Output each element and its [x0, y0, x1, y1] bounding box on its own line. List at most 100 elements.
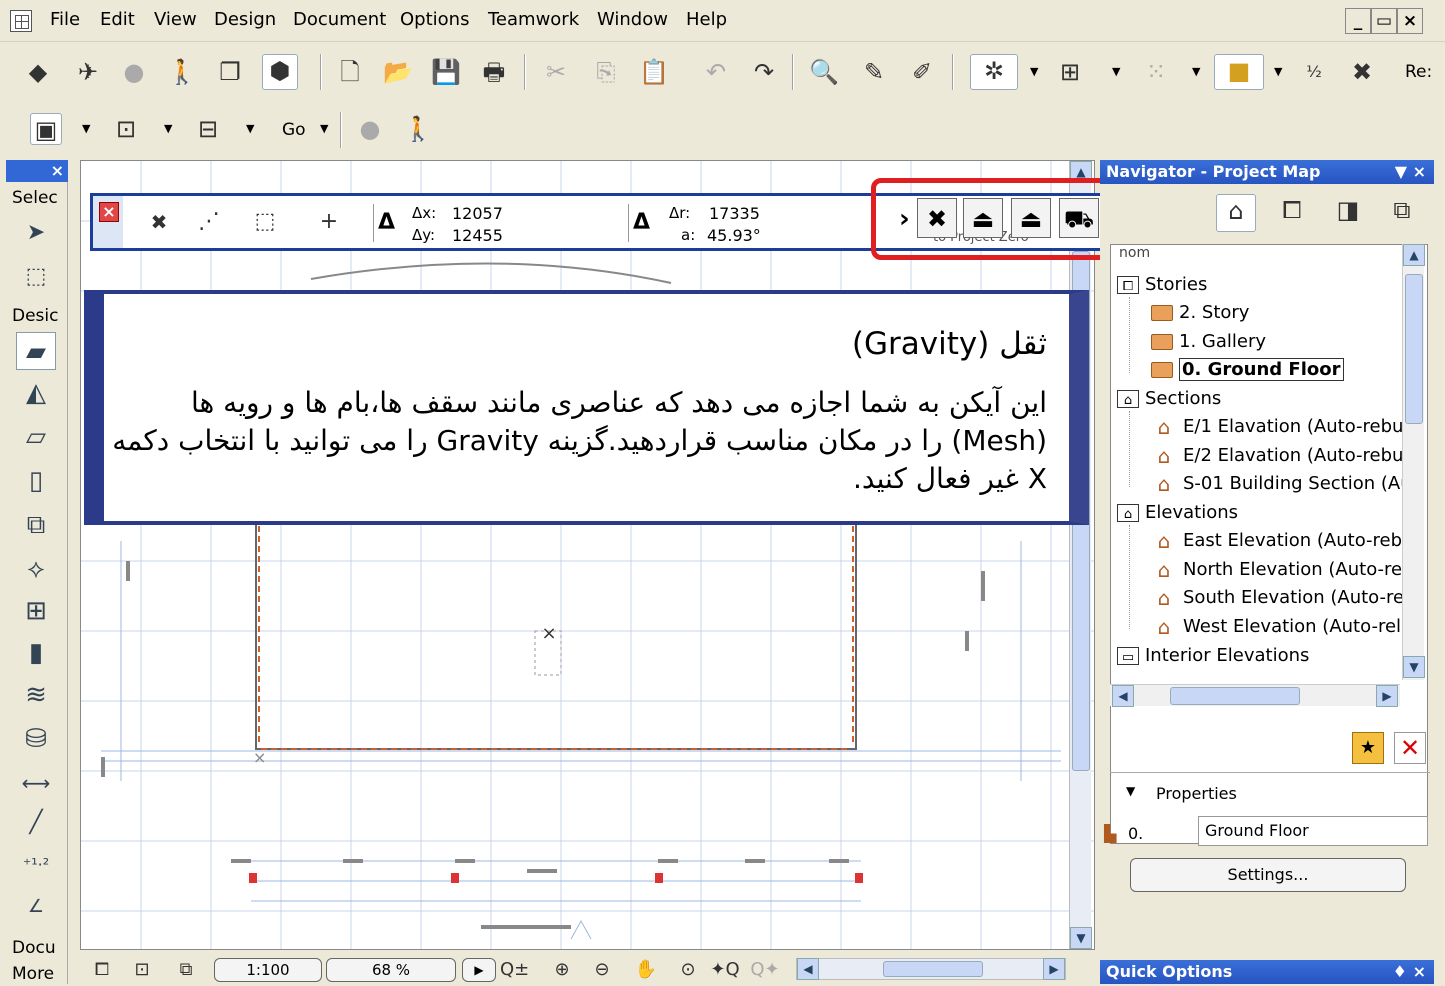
tree-item-east-elevation[interactable]: ⌂ East Elevation (Auto-reb: [1151, 527, 1402, 555]
preview-icon[interactable]: ⊡: [128, 954, 156, 986]
canvas-vertical-scrollbar[interactable]: ▲ ▼: [1069, 161, 1092, 949]
chevron-down-icon[interactable]: ▼: [1112, 56, 1120, 88]
menu-file[interactable]: File: [50, 9, 80, 30]
delete-icon[interactable]: ✕: [1394, 732, 1426, 764]
scroll-right-icon[interactable]: ▶: [1376, 685, 1398, 707]
tree-item-ground-floor[interactable]: 0. Ground Floor: [1151, 356, 1344, 384]
tree-item-stories[interactable]: ⧠ Stories: [1117, 271, 1207, 299]
beam-tool-icon[interactable]: ▱: [16, 418, 56, 456]
view-map-icon[interactable]: ⧠: [1276, 194, 1308, 226]
tree-item-e1-elevation[interactable]: ⌂ E/1 Elavation (Auto-rebu: [1151, 413, 1404, 441]
scroll-down-icon[interactable]: ▼: [1070, 927, 1092, 949]
snap-guides-icon[interactable]: ✲: [970, 54, 1018, 90]
grid-snap-icon[interactable]: ⊞: [1054, 56, 1086, 88]
scroll-thumb[interactable]: [1405, 274, 1423, 424]
chevron-down-icon[interactable]: ▼: [1030, 56, 1038, 88]
story-name-field[interactable]: Ground Floor: [1198, 816, 1428, 846]
print-icon[interactable]: 🖶: [478, 56, 510, 88]
tree-item-s01-section[interactable]: ⌂ S-01 Building Section (Au: [1151, 470, 1412, 498]
design-section-label[interactable]: Desic: [12, 306, 58, 326]
column-tool-icon[interactable]: ▯: [16, 462, 56, 500]
canvas-horizontal-scrollbar[interactable]: ◀ ▶: [796, 958, 1066, 980]
zoom-fit-icon[interactable]: Q±: [500, 954, 529, 986]
syringe-icon[interactable]: ✐: [906, 56, 938, 88]
tree-item-sections[interactable]: ⌂ Sections: [1117, 385, 1221, 413]
quick-options-bar[interactable]: Quick Options ♦ ×: [1100, 960, 1434, 984]
menu-document[interactable]: Document: [293, 9, 386, 30]
layer-set-icon[interactable]: ⧉: [172, 954, 200, 986]
floor-plan-icon[interactable]: ▣: [30, 113, 62, 145]
scroll-thumb[interactable]: [1170, 687, 1300, 705]
play-icon[interactable]: ▶: [462, 958, 496, 982]
roof-tool-icon[interactable]: ◭: [16, 374, 56, 412]
wall-tool-icon[interactable]: ▰: [16, 332, 56, 370]
tree-item-gallery[interactable]: 1. Gallery: [1151, 328, 1266, 356]
chevron-down-icon[interactable]: ▼: [320, 113, 328, 145]
new-file-icon[interactable]: 🗋: [334, 56, 366, 88]
tree-item-story-2[interactable]: 2. Story: [1151, 299, 1249, 327]
layout-view-icon[interactable]: ⊟: [192, 113, 224, 145]
chevron-down-icon[interactable]: ▼: [82, 113, 90, 145]
tree-item-west-elevation[interactable]: ⌂ West Elevation (Auto-rel: [1151, 613, 1401, 641]
floor-plan-canvas[interactable]: × × ▲ ▼: [80, 160, 1095, 950]
tree-item-interior-elevations[interactable]: ▭ Interior Elevations: [1117, 642, 1309, 670]
3d-cube-icon[interactable]: ◆: [22, 56, 54, 88]
walk-icon[interactable]: 🚶: [402, 113, 434, 145]
zoom-out-icon[interactable]: ⊖: [588, 954, 616, 986]
scroll-down-icon[interactable]: ▼: [1403, 656, 1425, 678]
close-window-button[interactable]: ×: [1397, 8, 1423, 34]
chevron-down-icon[interactable]: ▼: [1274, 56, 1282, 88]
dimension-tool-icon[interactable]: ⟷: [16, 764, 56, 802]
object-tool-icon[interactable]: ⛁: [16, 720, 56, 758]
window-tool-icon[interactable]: ⊞: [16, 592, 56, 630]
mesh-tool-icon[interactable]: ⟡: [16, 550, 56, 588]
scroll-right-icon[interactable]: ▶: [1043, 958, 1065, 980]
project-map-icon[interactable]: ⌂: [1216, 194, 1256, 232]
quick-options-controls[interactable]: ♦ ×: [1393, 960, 1426, 984]
next-zoom-icon[interactable]: Q✦: [748, 954, 782, 986]
door-tool-icon[interactable]: ▮: [16, 634, 56, 672]
line-tool-icon[interactable]: ╱: [16, 804, 56, 842]
add-point-icon[interactable]: +: [313, 206, 345, 238]
tree-vertical-scrollbar[interactable]: ▲ ▼: [1402, 244, 1425, 680]
document-section-label[interactable]: Docu: [12, 938, 56, 958]
render-icon[interactable]: ●: [354, 113, 386, 145]
save-icon[interactable]: 💾: [430, 56, 462, 88]
eyedropper-icon[interactable]: ✎: [858, 56, 890, 88]
minimize-button[interactable]: _: [1345, 8, 1371, 34]
scroll-thumb[interactable]: [883, 961, 983, 977]
zoom-in-icon[interactable]: ⊕: [548, 954, 576, 986]
perpendicular-icon[interactable]: ⋰: [193, 206, 225, 238]
more-section-label[interactable]: More: [12, 964, 54, 984]
story-number-field[interactable]: 0.: [1128, 824, 1143, 843]
close-icon[interactable]: ✖: [1346, 56, 1378, 88]
select-section-label[interactable]: Selec: [12, 188, 58, 208]
dx-value[interactable]: 12057: [452, 204, 503, 223]
3d-window-icon[interactable]: ⬢: [262, 54, 298, 90]
slab-tool-icon[interactable]: ⧉: [16, 506, 56, 544]
menu-options[interactable]: Options: [400, 9, 469, 30]
scroll-left-icon[interactable]: ◀: [797, 958, 819, 980]
arrow-tool-icon[interactable]: ➤: [16, 214, 56, 252]
dy-value[interactable]: 12455: [452, 226, 503, 245]
publisher-icon[interactable]: ⧉: [1386, 194, 1418, 226]
chevron-down-icon[interactable]: ▼: [164, 113, 172, 145]
redo-icon[interactable]: ↷: [748, 56, 780, 88]
chevron-down-icon[interactable]: ▼: [1192, 56, 1200, 88]
menu-design[interactable]: Design: [214, 9, 276, 30]
construction-grid-icon[interactable]: ⁙: [1140, 56, 1172, 88]
tree-item-south-elevation[interactable]: ⌂ South Elevation (Auto-re: [1151, 584, 1404, 612]
level-dimension-icon[interactable]: ⁺¹·²: [16, 846, 56, 884]
dr-value[interactable]: 17335: [709, 204, 760, 223]
fit-window-icon[interactable]: ⊙: [674, 954, 702, 986]
restore-button[interactable]: ▭: [1371, 8, 1397, 34]
relative-construction-icon[interactable]: ⬚: [249, 206, 281, 238]
zoom-field[interactable]: 68 %: [326, 958, 456, 982]
cut-icon[interactable]: ✂: [540, 56, 572, 88]
scale-icon[interactable]: ⅟₂: [1298, 56, 1330, 88]
copy-icon[interactable]: ⎘: [590, 56, 622, 88]
walk-icon[interactable]: 🚶: [166, 56, 198, 88]
navigator-title-controls[interactable]: ▼ ×: [1395, 160, 1426, 184]
tree-horizontal-scrollbar[interactable]: ◀ ▶: [1110, 684, 1400, 707]
story-up-icon[interactable]: ⧠: [88, 954, 116, 986]
